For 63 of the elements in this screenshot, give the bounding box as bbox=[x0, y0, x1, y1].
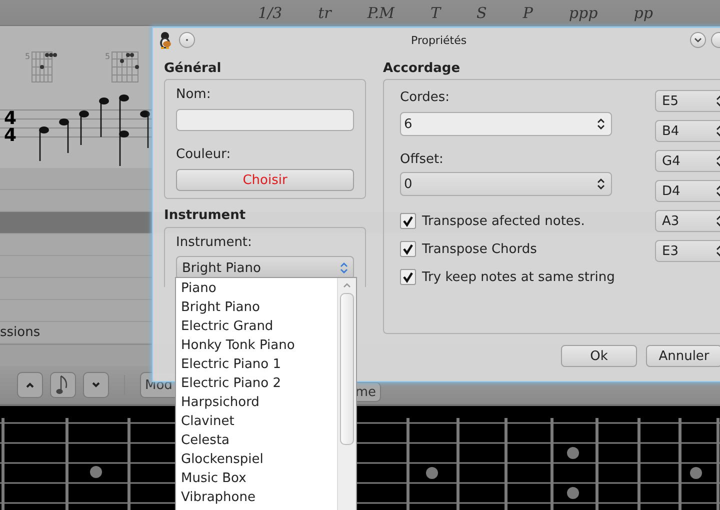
section-heading: Accordage bbox=[383, 61, 462, 78]
toolbar-item[interactable]: 1/3 bbox=[258, 4, 282, 22]
up-button[interactable] bbox=[17, 372, 43, 398]
string-note-dropdown[interactable]: D4 bbox=[655, 180, 720, 202]
string-note-dropdown[interactable]: E3 bbox=[655, 240, 720, 262]
strings-spinbox[interactable]: 6 bbox=[400, 112, 612, 136]
spinner-arrows-icon bbox=[340, 262, 348, 274]
penguin-guitar-icon bbox=[158, 31, 174, 49]
dropdown-option[interactable]: Celesta bbox=[176, 431, 337, 450]
field-label: Offset: bbox=[400, 152, 444, 168]
menu-button[interactable] bbox=[179, 32, 195, 48]
choose-color-button[interactable]: Choisir bbox=[176, 169, 354, 191]
toolbar-item[interactable]: P.M bbox=[367, 4, 395, 22]
dropdown-option[interactable]: Electric Piano 1 bbox=[176, 355, 337, 374]
checkbox-label: Transpose Chords bbox=[422, 242, 537, 256]
ok-button[interactable]: Ok bbox=[561, 345, 637, 367]
caret-up-icon bbox=[25, 381, 35, 390]
field-label: Cordes: bbox=[400, 90, 451, 106]
dropdown-option[interactable]: Piano bbox=[176, 279, 337, 298]
string-note-dropdown[interactable]: G4 bbox=[655, 150, 720, 172]
checkbox[interactable] bbox=[400, 269, 416, 285]
fret-number: 5 bbox=[25, 52, 30, 62]
down-button[interactable] bbox=[83, 372, 109, 398]
string-note-dropdown[interactable]: E5 bbox=[655, 90, 720, 112]
scrollbar-thumb[interactable] bbox=[340, 293, 354, 445]
scrollbar[interactable] bbox=[337, 278, 356, 510]
dropdown-option[interactable]: Clavinet bbox=[176, 412, 337, 431]
dropdown-option[interactable]: Music Box bbox=[176, 469, 337, 488]
checkbox[interactable] bbox=[400, 213, 416, 229]
scroll-up-icon[interactable] bbox=[342, 282, 352, 288]
offset-dropdown[interactable]: 0 bbox=[400, 172, 612, 196]
note-button[interactable] bbox=[50, 372, 76, 398]
toolbar-item[interactable]: P bbox=[522, 4, 533, 22]
minimize-button[interactable] bbox=[690, 32, 706, 48]
toolbar-item[interactable]: pp bbox=[634, 4, 653, 22]
name-field[interactable] bbox=[176, 109, 354, 131]
checkbox-label: Try keep notes at same string bbox=[422, 270, 615, 284]
toolbar-item[interactable]: S bbox=[476, 4, 487, 22]
section-heading: Instrument bbox=[164, 208, 247, 225]
dropdown-option[interactable]: Honky Tonk Piano bbox=[176, 336, 337, 355]
dropdown-option[interactable]: Bright Piano bbox=[176, 298, 337, 317]
field-label: Couleur: bbox=[176, 147, 232, 163]
caret-down-icon bbox=[91, 381, 101, 390]
dropdown-option[interactable]: Electric Grand bbox=[176, 317, 337, 336]
dropdown-option[interactable]: Vibraphone bbox=[176, 488, 337, 507]
chevron-down-icon bbox=[694, 37, 702, 43]
dropdown-option[interactable]: Glockenspiel bbox=[176, 450, 337, 469]
eighth-note-icon bbox=[56, 374, 70, 396]
toolbar-item[interactable]: tr bbox=[318, 4, 332, 22]
fret-number: 5 bbox=[105, 52, 110, 62]
checkbox[interactable] bbox=[400, 241, 416, 257]
checkbox-label: Transpose afected notes. bbox=[422, 214, 585, 228]
window-title: Propriétés bbox=[411, 34, 467, 46]
field-label: Instrument: bbox=[176, 235, 253, 250]
cancel-button[interactable]: Annuler bbox=[646, 345, 720, 367]
toolbar-item[interactable]: T bbox=[430, 4, 441, 22]
section-heading: Général bbox=[164, 61, 222, 78]
string-note-dropdown[interactable]: A3 bbox=[655, 210, 720, 232]
field-label: Nom: bbox=[176, 87, 212, 103]
spinner-arrows-icon bbox=[597, 118, 605, 130]
string-note-dropdown[interactable]: B4 bbox=[655, 120, 720, 142]
spinner-arrows-icon bbox=[597, 178, 605, 190]
toolbar-item[interactable]: ppp bbox=[568, 4, 598, 22]
